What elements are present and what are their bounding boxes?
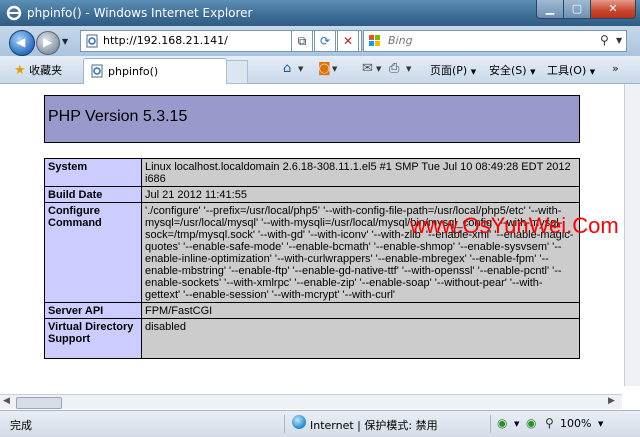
popup-icon[interactable]: ◉ — [526, 416, 536, 430]
page-icon — [86, 34, 98, 48]
row-value: FPM/FastCGI — [141, 302, 580, 319]
row-value: disabled — [141, 318, 580, 359]
row-key: System — [44, 158, 142, 187]
history-dropdown-icon[interactable]: ▼ — [62, 37, 68, 46]
compatibility-icon: ⧉ — [297, 34, 307, 48]
favorites-star-icon: ★ — [14, 63, 26, 78]
favorites-button[interactable]: ★ 收藏夹 — [14, 62, 62, 78]
internet-zone-icon — [292, 415, 306, 429]
table-row: Build Date Jul 21 2012 11:41:55 — [44, 186, 580, 203]
search-box[interactable]: ⚲ ▼ — [363, 30, 627, 52]
forward-arrow-icon: ▶ — [43, 35, 53, 49]
back-arrow-icon: ◀ — [16, 35, 26, 49]
window-title: phpinfo() - Windows Internet Explorer — [27, 6, 253, 20]
status-divider — [490, 415, 491, 433]
php-version-header: PHP Version 5.3.15 — [44, 95, 580, 143]
feeds-icon[interactable]: ◙ — [318, 61, 331, 76]
back-button[interactable]: ◀ — [9, 30, 35, 56]
row-key: Server API — [44, 302, 142, 319]
watermark: www.OsYunWei.Com — [410, 213, 619, 238]
search-dropdown-icon[interactable]: ▼ — [616, 36, 622, 45]
php-info-table: System Linux localhost.localdomain 2.6.1… — [44, 158, 580, 359]
table-row: Virtual Directory Support disabled — [44, 318, 580, 359]
status-text: 完成 — [10, 419, 32, 432]
forward-button[interactable]: ▶ — [36, 31, 60, 55]
home-dropdown-icon[interactable]: ▼ — [298, 65, 303, 73]
safety-menu-label: 安全(S) — [489, 64, 527, 77]
table-row: Server API FPM/FastCGI — [44, 302, 580, 319]
bing-logo-icon — [369, 35, 380, 46]
page-menu-dropdown-icon: ▼ — [470, 68, 477, 76]
tab-page-icon — [91, 64, 103, 78]
mail-dropdown-icon[interactable]: ▼ — [376, 65, 381, 73]
mail-icon[interactable]: ✉ — [362, 61, 373, 76]
row-value: Jul 21 2012 11:41:55 — [141, 186, 580, 203]
refresh-button[interactable]: ⟳ — [314, 30, 336, 52]
home-icon[interactable]: ⌂ — [283, 61, 291, 76]
tab-phpinfo[interactable]: phpinfo() — [83, 58, 227, 84]
compatibility-view-button[interactable]: ⧉ — [291, 30, 313, 52]
zoom-dropdown-icon[interactable]: ▼ — [598, 420, 603, 428]
page-menu-label: 页面(P) — [430, 64, 468, 77]
row-key: Configure Command — [44, 202, 142, 303]
stop-button[interactable]: ✕ — [337, 30, 359, 52]
status-dropdown-icon[interactable]: ▼ — [514, 420, 519, 428]
horizontal-scrollbar[interactable]: ◀ ▶ — [0, 394, 622, 409]
security-zone-text[interactable]: Internet | 保护模式: 禁用 — [310, 417, 438, 433]
vertical-scrollbar[interactable] — [624, 84, 640, 386]
status-divider — [284, 415, 285, 433]
print-icon[interactable]: ⎙ — [389, 61, 399, 76]
search-icon[interactable]: ⚲ — [600, 33, 609, 47]
zoom-icon[interactable]: ⚲ — [545, 416, 554, 430]
scroll-thumb[interactable] — [16, 397, 62, 409]
tools-menu[interactable]: 工具(O) ▼ — [547, 62, 595, 78]
new-tab-button[interactable] — [226, 60, 248, 84]
tools-menu-label: 工具(O) — [547, 64, 587, 77]
refresh-icon: ⟳ — [319, 34, 331, 48]
scroll-right-icon[interactable]: ▶ — [608, 396, 615, 406]
zoom-level[interactable]: 100% — [560, 417, 591, 430]
more-commands-chevron-icon[interactable]: » — [612, 62, 619, 75]
tab-label: phpinfo() — [108, 65, 159, 78]
row-value: Linux localhost.localdomain 2.6.18-308.1… — [141, 158, 580, 187]
php-version-title: PHP Version 5.3.15 — [48, 108, 188, 125]
stop-icon: ✕ — [342, 34, 354, 48]
favorites-label: 收藏夹 — [29, 64, 63, 77]
close-button[interactable]: ✕ — [590, 0, 636, 19]
feeds-dropdown-icon[interactable]: ▼ — [332, 65, 337, 73]
row-key: Virtual Directory Support — [44, 318, 142, 359]
maximize-button[interactable]: ▢ — [563, 0, 591, 19]
print-dropdown-icon[interactable]: ▼ — [406, 65, 411, 73]
table-row: System Linux localhost.localdomain 2.6.1… — [44, 158, 580, 187]
tools-menu-dropdown-icon: ▼ — [589, 68, 596, 76]
ie-logo-icon — [6, 5, 22, 21]
safety-menu-dropdown-icon: ▼ — [530, 68, 536, 76]
row-key: Build Date — [44, 186, 142, 203]
minimize-button[interactable]: ▁ — [536, 0, 564, 19]
protected-mode-icon[interactable]: ◉ — [497, 416, 507, 430]
safety-menu[interactable]: 安全(S) ▼ — [489, 62, 535, 78]
address-text[interactable]: http://192.168.21.141/ — [103, 34, 228, 47]
search-input[interactable] — [386, 33, 590, 48]
status-bar: 完成 Internet | 保护模式: 禁用 ◉ ▼ ◉ ⚲ 100% ▼ — [0, 410, 640, 437]
title-bar: phpinfo() - Windows Internet Explorer ▁ … — [0, 0, 640, 26]
scroll-left-icon[interactable]: ◀ — [3, 396, 10, 406]
page-menu[interactable]: 页面(P) ▼ — [430, 62, 476, 78]
